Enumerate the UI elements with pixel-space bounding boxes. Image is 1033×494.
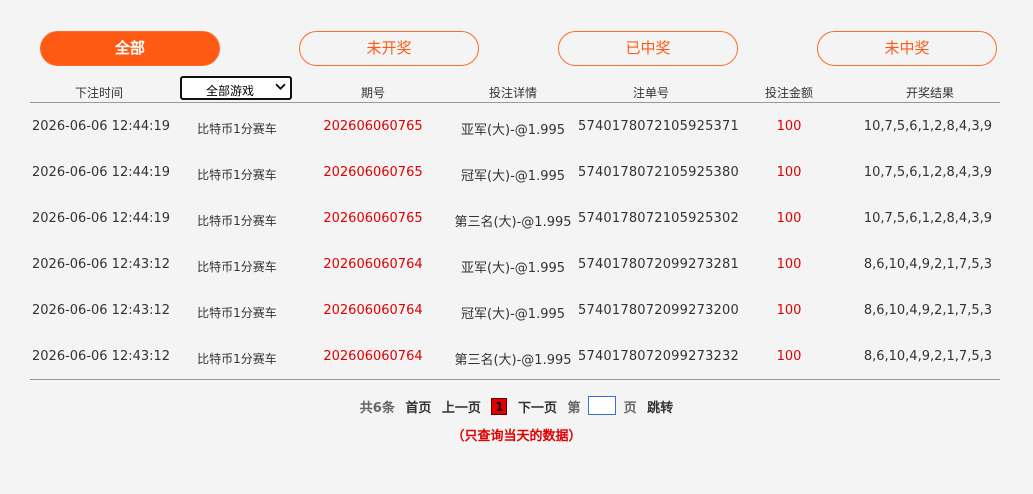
bet-records-table: 下注时间 全部游戏 期号 投注详情 注单号 投注金额 开奖结果 2026-06-… (30, 76, 1000, 380)
table-row: 2026-06-06 12:44:19 比特币1分赛车 202606060765… (30, 195, 1000, 241)
game-filter-select[interactable]: 全部游戏 (180, 76, 292, 100)
cell-result: 8,6,10,4,9,2,1,7,5,3 (863, 257, 992, 272)
cell-detail: 亚军(大)-@1.995 (460, 123, 566, 138)
header-time: 下注时间 (74, 86, 123, 100)
jump-button[interactable]: 跳转 (647, 397, 673, 416)
table-row: 2026-06-06 12:44:19 比特币1分赛车 202606060765… (30, 103, 1000, 149)
cell-result: 10,7,5,6,1,2,8,4,3,9 (863, 165, 992, 180)
cell-issue: 202606060765 (323, 211, 423, 226)
game-filter-value: 全部游戏 (206, 84, 255, 98)
cell-order-no: 5740178072105925371 (578, 119, 739, 134)
goto-page-input[interactable] (588, 396, 617, 415)
cell-amount: 100 (776, 257, 802, 272)
cell-amount: 100 (776, 303, 802, 318)
today-only-note: （只查询当天的数据） (451, 429, 582, 444)
cell-time: 2026-06-06 12:44:19 (32, 165, 171, 180)
cell-result: 8,6,10,4,9,2,1,7,5,3 (863, 303, 992, 318)
chevron-down-icon (275, 81, 286, 95)
cell-amount: 100 (776, 349, 802, 364)
header-order-no: 注单号 (632, 86, 669, 100)
cell-order-no: 5740178072099273232 (578, 349, 739, 364)
pagination: 共6条 首页 上一页 1 下一页 第 页 跳转 (0, 396, 1033, 416)
cell-game: 比特币1分赛车 (197, 260, 277, 274)
cell-detail: 第三名(大)-@1.995 (454, 215, 572, 230)
cell-game: 比特币1分赛车 (197, 214, 277, 228)
table-row: 2026-06-06 12:43:12 比特币1分赛车 202606060764… (30, 241, 1000, 287)
cell-time: 2026-06-06 12:43:12 (32, 303, 171, 318)
cell-amount: 100 (776, 119, 802, 134)
cell-time: 2026-06-06 12:44:19 (32, 119, 171, 134)
cell-time: 2026-06-06 12:44:19 (32, 211, 171, 226)
cell-detail: 冠军(大)-@1.995 (460, 169, 566, 184)
filter-tabs: 全部 未开奖 已中奖 未中奖 (40, 31, 998, 66)
cell-issue: 202606060764 (323, 349, 423, 364)
cell-game: 比特币1分赛车 (197, 306, 277, 320)
prev-page-link[interactable]: 上一页 (442, 397, 481, 416)
cell-result: 10,7,5,6,1,2,8,4,3,9 (863, 119, 992, 134)
cell-issue: 202606060765 (323, 165, 423, 180)
cell-issue: 202606060765 (323, 119, 423, 134)
cell-detail: 亚军(大)-@1.995 (460, 261, 566, 276)
next-page-link[interactable]: 下一页 (518, 397, 557, 416)
tab-pending[interactable]: 未开奖 (299, 31, 479, 66)
cell-order-no: 5740178072105925380 (578, 165, 739, 180)
cell-issue: 202606060764 (323, 303, 423, 318)
goto-suffix-label: 页 (623, 401, 637, 416)
tab-lost[interactable]: 未中奖 (817, 31, 997, 66)
header-amount: 投注金额 (764, 86, 813, 100)
header-detail: 投注详情 (488, 86, 537, 100)
cell-result: 10,7,5,6,1,2,8,4,3,9 (863, 211, 992, 226)
cell-order-no: 5740178072099273281 (578, 257, 739, 272)
cell-issue: 202606060764 (323, 257, 423, 272)
current-page-number[interactable]: 1 (491, 398, 508, 415)
table-bottom-divider (30, 379, 1000, 380)
table-row: 2026-06-06 12:43:12 比特币1分赛车 202606060764… (30, 333, 1000, 379)
cell-order-no: 5740178072105925302 (578, 211, 739, 226)
first-page-link[interactable]: 首页 (405, 397, 431, 416)
cell-amount: 100 (776, 165, 802, 180)
goto-prefix-label: 第 (567, 401, 581, 416)
table-row: 2026-06-06 12:44:19 比特币1分赛车 202606060765… (30, 149, 1000, 195)
header-issue: 期号 (360, 86, 385, 100)
cell-time: 2026-06-06 12:43:12 (32, 349, 171, 364)
cell-detail: 冠军(大)-@1.995 (460, 307, 566, 322)
tab-all[interactable]: 全部 (40, 31, 220, 66)
cell-time: 2026-06-06 12:43:12 (32, 257, 171, 272)
cell-game: 比特币1分赛车 (197, 352, 277, 366)
cell-amount: 100 (776, 211, 802, 226)
cell-game: 比特币1分赛车 (197, 168, 277, 182)
table-header: 下注时间 全部游戏 期号 投注详情 注单号 投注金额 开奖结果 (30, 76, 1000, 103)
total-count: 共6条 (359, 401, 395, 416)
cell-detail: 第三名(大)-@1.995 (454, 353, 572, 368)
cell-game: 比特币1分赛车 (197, 122, 277, 136)
table-row: 2026-06-06 12:43:12 比特币1分赛车 202606060764… (30, 287, 1000, 333)
tab-won[interactable]: 已中奖 (558, 31, 738, 66)
cell-result: 8,6,10,4,9,2,1,7,5,3 (863, 349, 992, 364)
header-result: 开奖结果 (905, 86, 954, 100)
cell-order-no: 5740178072099273200 (578, 303, 739, 318)
